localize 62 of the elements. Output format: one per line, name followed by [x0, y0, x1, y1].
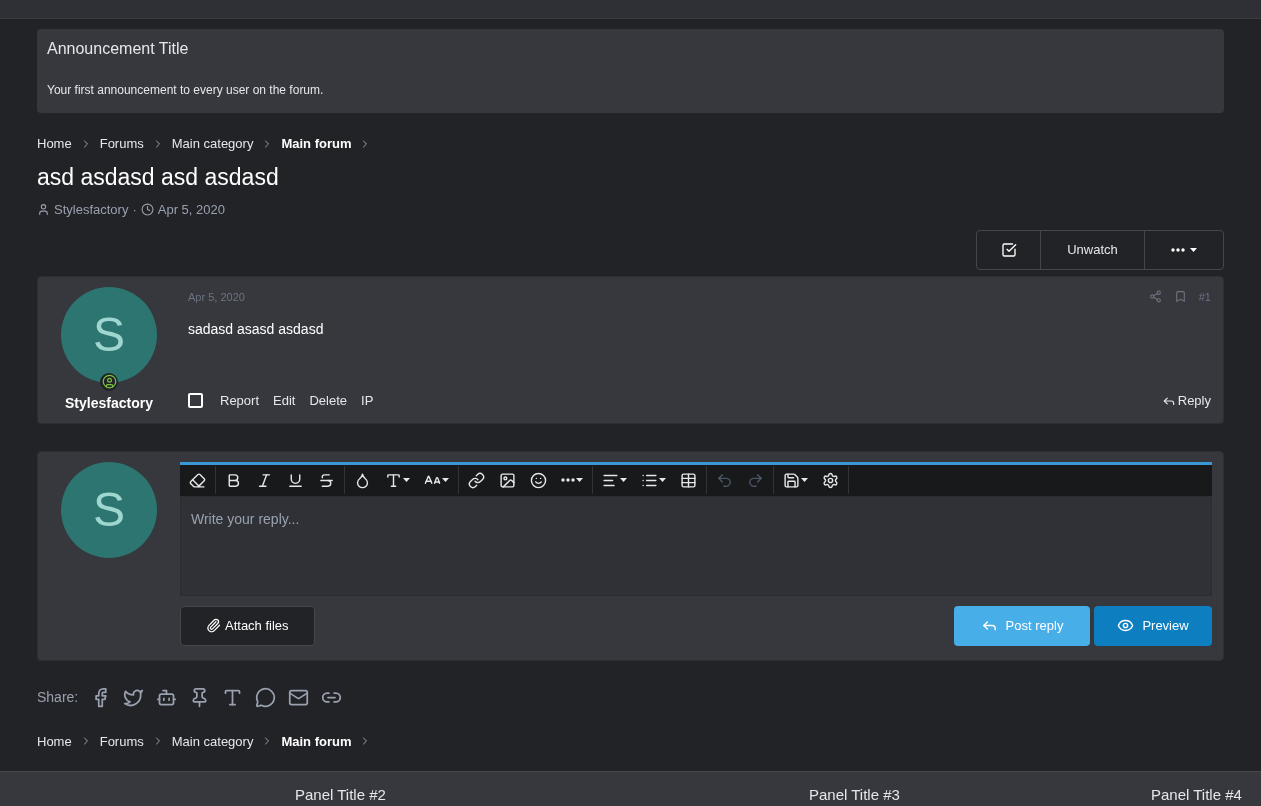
strikethrough-icon	[318, 471, 335, 489]
breadcrumb-link[interactable]: Forums	[99, 134, 144, 154]
smiley-icon	[530, 471, 547, 489]
breadcrumb-link[interactable]: Main category	[171, 134, 254, 154]
redo-icon	[747, 471, 764, 489]
clock-icon	[140, 203, 154, 217]
font-icon	[385, 471, 402, 489]
italic-icon	[256, 471, 273, 489]
reply-input[interactable]: Write your reply...	[180, 495, 1212, 596]
avatar: S	[61, 286, 157, 383]
post-action-link[interactable]: Delete	[309, 391, 347, 411]
reply-link[interactable]: Reply	[1161, 391, 1211, 411]
breadcrumb-link[interactable]: Home	[37, 134, 72, 154]
breadcrumb-link[interactable]: Main category	[171, 731, 254, 751]
user-icon	[37, 203, 50, 217]
breadcrumb-link[interactable]: Home	[37, 731, 72, 751]
attach-files-button[interactable]: Attach files	[180, 605, 315, 646]
panel-title: Panel Title #4	[1150, 784, 1243, 805]
separator: ·	[132, 201, 137, 219]
caret-icon	[403, 478, 410, 482]
post-author[interactable]: Stylesfactory	[65, 392, 153, 414]
ellipsis-icon	[561, 478, 575, 482]
caret-icon	[620, 478, 627, 482]
select-checkbox[interactable]	[188, 393, 203, 409]
panel-title: Panel Title #2	[294, 784, 387, 805]
caret-icon	[1190, 247, 1197, 252]
ellipsis-icon	[1171, 247, 1185, 252]
table-icon	[680, 471, 697, 489]
panel-title: Panel Title #3	[808, 784, 901, 805]
undo-icon	[716, 471, 733, 489]
save-icon	[783, 471, 800, 489]
caret-icon	[659, 478, 666, 482]
caret-icon	[801, 478, 808, 482]
underline-icon	[287, 471, 304, 489]
breadcrumb-link[interactable]: Main forum	[281, 134, 352, 154]
breadcrumb-link[interactable]: Forums	[99, 731, 144, 751]
eraser-icon	[189, 471, 206, 489]
whatsapp-icon[interactable]	[255, 686, 277, 708]
notice-title: Announcement Title	[47, 39, 190, 59]
post-date: Apr 5, 2020	[188, 289, 245, 305]
bookmark-icon[interactable]	[1173, 290, 1187, 304]
notice-text: Your first announcement to every user on the forum.	[47, 82, 325, 99]
thread-title: asd asdasd asd asdasd	[37, 162, 280, 192]
share-label: Share:	[37, 687, 79, 707]
author-link[interactable]: Stylesfactory	[54, 200, 129, 220]
post-action-link[interactable]: Report	[220, 391, 260, 411]
link-icon	[468, 471, 485, 489]
eye-icon	[1117, 617, 1135, 634]
breadcrumb-link[interactable]: Main forum	[281, 731, 352, 751]
avatar: S	[61, 461, 157, 558]
droplet-icon	[354, 471, 371, 489]
caret-icon	[442, 478, 449, 482]
post-action-link[interactable]: Edit	[273, 391, 296, 411]
date-link[interactable]: Apr 5, 2020	[157, 200, 225, 220]
settings-icon	[822, 471, 839, 489]
post-body: sadasd asasd asdasd	[188, 320, 325, 339]
paperclip-icon	[206, 618, 221, 633]
image-icon	[499, 471, 516, 489]
checked-box-icon	[1000, 241, 1017, 258]
post-action-link[interactable]: IP	[361, 391, 374, 411]
caret-icon	[576, 478, 583, 482]
preview-button[interactable]: Preview	[1094, 605, 1212, 646]
